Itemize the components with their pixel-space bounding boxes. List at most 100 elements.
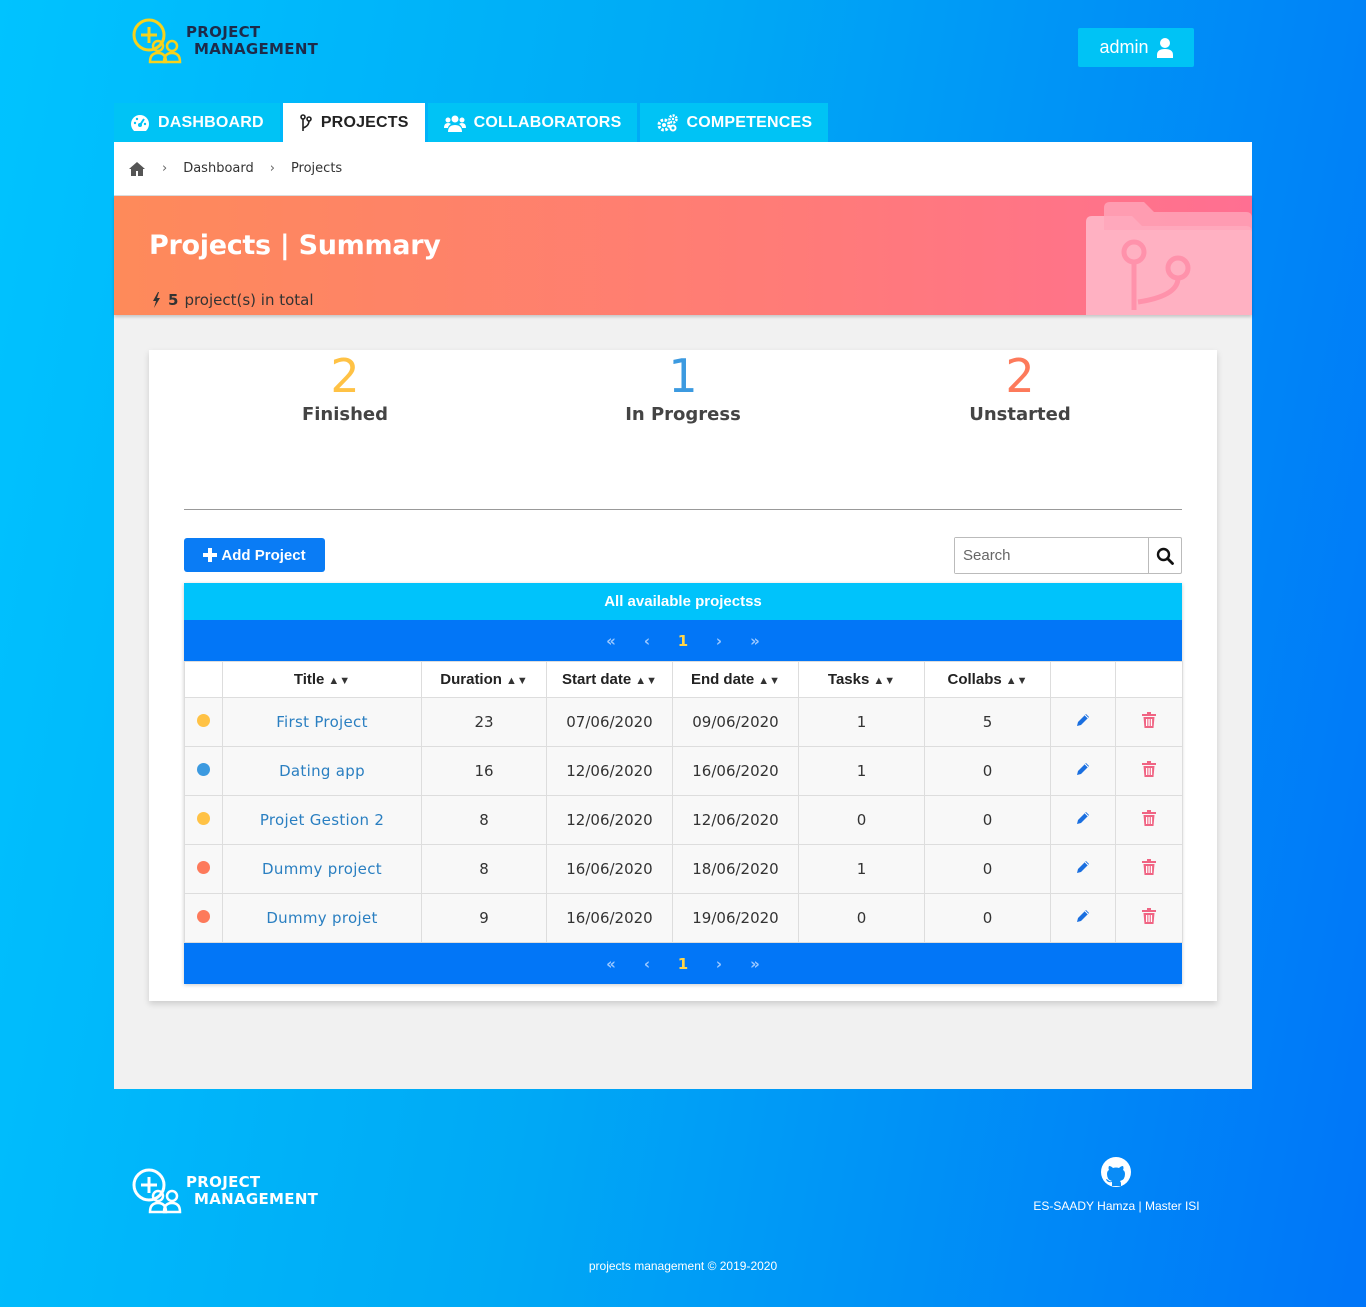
col-end-date[interactable]: End date ▲▼ <box>672 661 799 698</box>
footer-copyright: projects management © 2019-2020 <box>588 1259 778 1273</box>
edit-cell <box>1050 844 1116 894</box>
projects-table: All available projectss « ‹ 1 › » Title ▲… <box>184 583 1183 984</box>
projects-grid: Title ▲▼ Duration ▲▼ Start date ▲▼ End date… <box>184 661 1183 943</box>
stat-unstarted: 2 Unstarted <box>920 350 1120 425</box>
tasks-cell: 0 <box>798 893 925 943</box>
project-title-link[interactable]: Dating app <box>222 746 422 796</box>
start-date-cell: 16/06/2020 <box>546 893 673 943</box>
delete-cell <box>1115 746 1183 796</box>
tachometer-icon <box>131 114 149 131</box>
collabs-cell: 0 <box>924 844 1051 894</box>
col-title[interactable]: Title ▲▼ <box>222 661 422 698</box>
tab-collaborators[interactable]: COLLABORATORS <box>427 103 638 142</box>
main-panel: › Dashboard › Projects Projects | Summar… <box>114 142 1252 1089</box>
sort-icon: ▲▼ <box>635 675 657 687</box>
start-date-cell: 12/06/2020 <box>546 795 673 845</box>
edit-icon[interactable] <box>1075 810 1091 826</box>
project-title-link[interactable]: Dummy projet <box>222 893 422 943</box>
home-icon[interactable] <box>128 161 146 177</box>
github-icon[interactable] <box>1100 1156 1132 1188</box>
pager-last-button[interactable]: » <box>737 955 773 973</box>
collabs-cell: 0 <box>924 746 1051 796</box>
sort-icon: ▲▼ <box>505 675 528 687</box>
pager-current-page[interactable]: 1 <box>665 955 701 973</box>
status-dot <box>197 861 210 874</box>
end-date-cell: 16/06/2020 <box>672 746 799 796</box>
search-input[interactable] <box>955 538 1149 573</box>
pager-next-button[interactable]: › <box>701 955 737 973</box>
trash-icon[interactable] <box>1142 908 1156 924</box>
folder-branch-icon <box>1086 202 1252 315</box>
trash-icon[interactable] <box>1142 761 1156 777</box>
col-duration[interactable]: Duration ▲▼ <box>421 661 547 698</box>
code-branch-icon <box>300 113 312 131</box>
pager-prev-button[interactable]: ‹ <box>629 955 665 973</box>
sort-icon: ▲▼ <box>1005 675 1028 687</box>
tab-competences[interactable]: COMPETENCES <box>640 103 829 142</box>
pager-next-button[interactable]: › <box>701 632 737 650</box>
tab-dashboard[interactable]: DASHBOARD <box>114 103 280 142</box>
col-tasks[interactable]: Tasks ▲▼ <box>798 661 925 698</box>
plus-icon <box>203 548 218 562</box>
sort-icon: ▲▼ <box>758 675 781 687</box>
pager-current-page[interactable]: 1 <box>665 632 701 650</box>
project-title-link[interactable]: Projet Gestion 2 <box>222 795 422 845</box>
user-icon <box>1156 37 1173 58</box>
stat-finished-label: Finished <box>301 404 389 425</box>
trash-icon[interactable] <box>1142 859 1156 875</box>
col-collabs[interactable]: Collabs ▲▼ <box>924 661 1051 698</box>
breadcrumb-dashboard[interactable]: Dashboard <box>183 161 254 176</box>
breadcrumb: › Dashboard › Projects <box>114 142 1252 196</box>
table-row: First Project 23 07/06/2020 09/06/2020 1… <box>184 697 1183 747</box>
status-dot <box>197 714 210 727</box>
search-icon <box>1156 547 1174 565</box>
tab-projects-label: PROJECTS <box>320 113 409 131</box>
project-title-link[interactable]: Dummy project <box>222 844 422 894</box>
status-cell <box>184 697 223 747</box>
table-caption: All available projectss <box>184 583 1182 620</box>
status-cell <box>184 795 223 845</box>
header-logo[interactable]: PROJECT MANAGEMENT <box>130 16 318 66</box>
start-date-cell: 12/06/2020 <box>546 746 673 796</box>
stat-unstarted-value: 2 <box>1005 349 1035 403</box>
trash-icon[interactable] <box>1142 810 1156 826</box>
edit-icon[interactable] <box>1075 859 1091 875</box>
duration-cell: 8 <box>421 795 547 845</box>
edit-icon[interactable] <box>1075 761 1091 777</box>
add-project-button[interactable]: Add Project <box>184 538 325 572</box>
page-title: Projects | Summary <box>149 230 441 261</box>
pager-last-button[interactable]: » <box>737 632 773 650</box>
duration-cell: 8 <box>421 844 547 894</box>
breadcrumb-projects[interactable]: Projects <box>291 161 342 176</box>
search-button[interactable] <box>1149 538 1181 573</box>
duration-cell: 23 <box>421 697 547 747</box>
pager-top: « ‹ 1 › » <box>184 620 1182 661</box>
stat-in-progress-label: In Progress <box>625 404 741 425</box>
projects-total: 5 project(s) in total <box>152 291 314 309</box>
project-title-link[interactable]: First Project <box>222 697 422 747</box>
breadcrumb-separator: › <box>269 161 275 176</box>
edit-cell <box>1050 697 1116 747</box>
pager-first-button[interactable]: « <box>593 632 629 650</box>
tab-collaborators-label: COLLABORATORS <box>473 113 622 131</box>
footer-logo: PROJECT MANAGEMENT <box>130 1166 318 1216</box>
user-menu-button[interactable]: admin <box>1078 28 1194 67</box>
trash-icon[interactable] <box>1142 712 1156 728</box>
pager-first-button[interactable]: « <box>593 955 629 973</box>
edit-cell <box>1050 893 1116 943</box>
edit-icon[interactable] <box>1075 712 1091 728</box>
stat-in-progress: 1 In Progress <box>583 350 783 425</box>
col-start-date[interactable]: Start date ▲▼ <box>546 661 673 698</box>
col-status <box>184 661 223 698</box>
status-dot <box>197 910 210 923</box>
projects-total-count: 5 <box>168 291 179 309</box>
end-date-cell: 18/06/2020 <box>672 844 799 894</box>
col-delete <box>1115 661 1183 698</box>
status-cell <box>184 844 223 894</box>
bolt-icon <box>153 292 160 308</box>
tab-projects[interactable]: PROJECTS <box>282 103 425 142</box>
logo-icon <box>130 16 188 66</box>
edit-icon[interactable] <box>1075 908 1091 924</box>
projects-card: 2 Finished 1 In Progress 2 Unstarted Add… <box>149 350 1217 1001</box>
pager-prev-button[interactable]: ‹ <box>629 632 665 650</box>
